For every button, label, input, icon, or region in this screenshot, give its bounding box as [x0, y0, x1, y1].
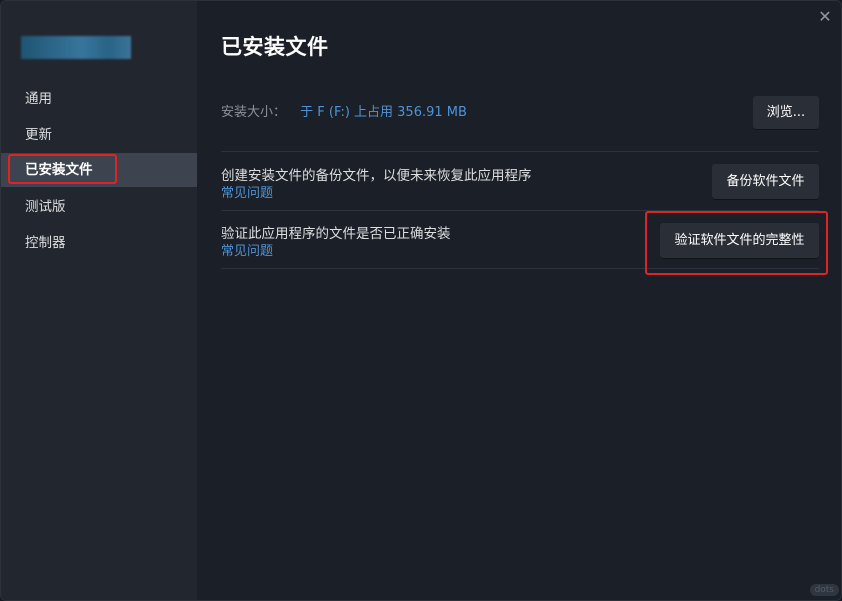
watermark-badge: dots — [809, 584, 839, 596]
divider — [221, 268, 819, 269]
divider — [221, 151, 819, 152]
page-title: 已安装文件 — [221, 35, 329, 59]
sidebar-item-betas[interactable]: 测试版 — [1, 190, 197, 224]
sidebar-item-label: 测试版 — [25, 199, 66, 215]
main-panel: ✕ 已安装文件 安装大小： 于 F (F:) 上占用 356.91 MB 浏览.… — [197, 1, 841, 600]
sidebar: 通用 更新 已安装文件 测试版 控制器 — [1, 1, 197, 600]
sidebar-item-controller[interactable]: 控制器 — [1, 226, 197, 260]
sidebar-item-label: 通用 — [25, 91, 52, 107]
verify-integrity-button[interactable]: 验证软件文件的完整性 — [660, 223, 819, 258]
backup-files-button[interactable]: 备份软件文件 — [712, 164, 819, 199]
backup-description: 创建安装文件的备份文件，以便未来恢复此应用程序 — [221, 168, 532, 184]
sidebar-item-updates[interactable]: 更新 — [1, 118, 197, 152]
sidebar-item-label: 已安装文件 — [25, 162, 93, 178]
browse-button[interactable]: 浏览... — [753, 96, 819, 129]
sidebar-item-label: 控制器 — [25, 235, 66, 251]
verify-faq-link[interactable]: 常见问题 — [221, 240, 273, 259]
sidebar-item-general[interactable]: 通用 — [1, 82, 197, 116]
redacted-app-name — [21, 36, 131, 59]
verify-description: 验证此应用程序的文件是否已正确安装 — [221, 226, 451, 242]
sidebar-item-label: 更新 — [25, 127, 52, 143]
install-size-label: 安装大小： — [221, 105, 287, 120]
close-icon[interactable]: ✕ — [815, 7, 835, 27]
divider — [221, 210, 819, 211]
install-size-value: 于 F (F:) 上占用 356.91 MB — [300, 105, 467, 120]
backup-faq-link[interactable]: 常见问题 — [221, 182, 273, 201]
install-size-row: 安装大小： 于 F (F:) 上占用 356.91 MB — [221, 101, 467, 120]
sidebar-item-installed-files[interactable]: 已安装文件 — [1, 153, 197, 187]
properties-window: 通用 更新 已安装文件 测试版 控制器 ✕ 已安装文件 安装大小： 于 F (F… — [0, 0, 842, 601]
